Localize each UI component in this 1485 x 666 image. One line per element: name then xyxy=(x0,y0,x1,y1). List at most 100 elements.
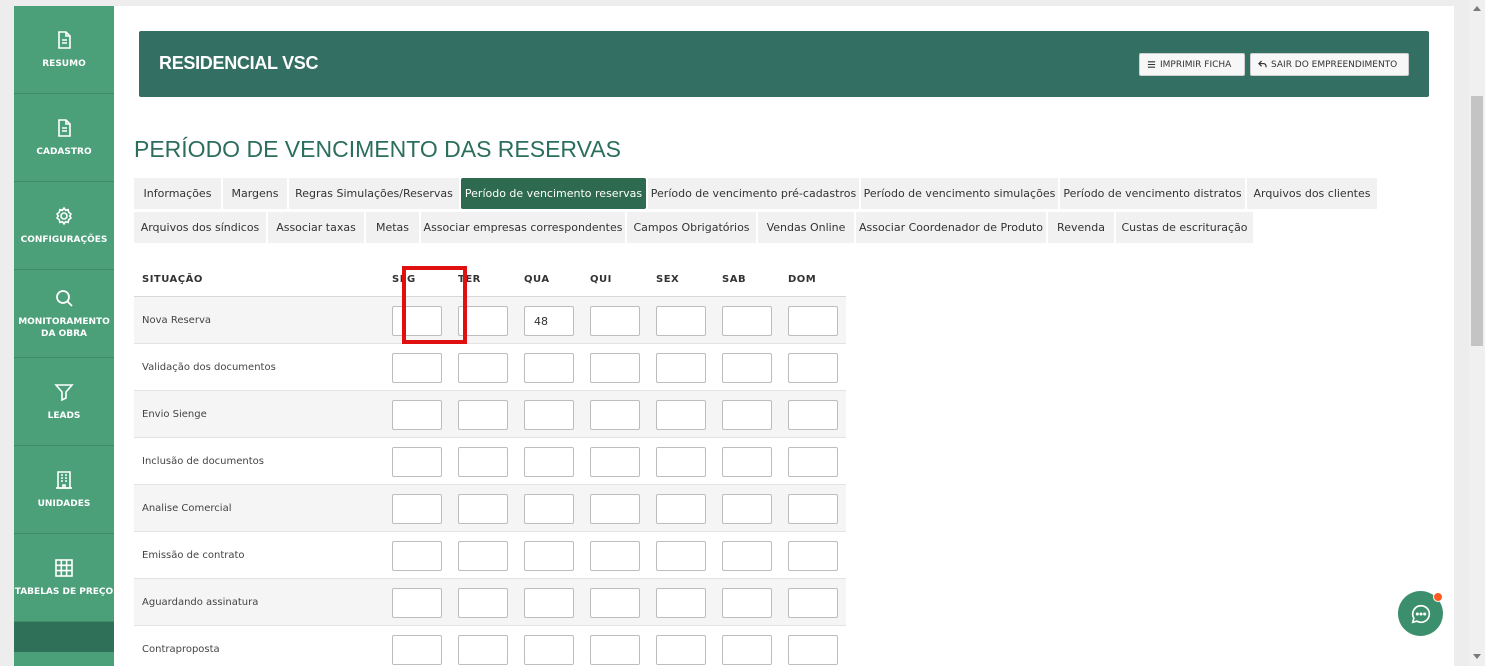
day-input-ter[interactable] xyxy=(458,306,508,336)
day-input-qua[interactable] xyxy=(524,353,574,383)
tab-periodo-vencimento-distratos[interactable]: Período de vencimento distratos xyxy=(1060,178,1245,209)
tab-periodo-vencimento-simulacoes[interactable]: Período de vencimento simulações xyxy=(861,178,1058,209)
sidebar-item-cadastro[interactable]: CADASTRO xyxy=(14,94,114,182)
tab-custas-escrituracao[interactable]: Custas de escrituração xyxy=(1116,212,1253,243)
day-input-ter[interactable] xyxy=(458,400,508,430)
day-input-qua[interactable] xyxy=(524,541,574,571)
day-input-qui[interactable] xyxy=(590,447,640,477)
table-header: SITUAÇÃO SEG TER QUA QUI SEX SAB DOM xyxy=(134,264,846,297)
day-input-sab[interactable] xyxy=(722,353,772,383)
sidebar-item-tabelas-de-preco[interactable]: TABELAS DE PREÇO xyxy=(14,534,114,622)
tab-associar-taxas[interactable]: Associar taxas xyxy=(268,212,364,243)
day-input-qui[interactable] xyxy=(590,494,640,524)
tab-margens[interactable]: Margens xyxy=(223,178,287,209)
day-input-sex[interactable] xyxy=(656,494,706,524)
document-icon xyxy=(58,30,71,49)
day-input-ter[interactable] xyxy=(458,353,508,383)
tab-periodo-vencimento-pre-cadastros[interactable]: Período de vencimento pré-cadastros xyxy=(648,178,859,209)
day-input-sex[interactable] xyxy=(656,353,706,383)
day-input-dom[interactable] xyxy=(788,353,838,383)
day-input-sab[interactable] xyxy=(722,400,772,430)
sidebar-item-label: TABELAS DE PREÇO xyxy=(14,586,114,597)
sidebar-item-monitoramento[interactable]: MONITORAMENTO DA OBRA xyxy=(14,270,114,358)
day-input-qua[interactable] xyxy=(524,447,574,477)
day-input-seg[interactable] xyxy=(392,306,442,336)
day-input-qui[interactable] xyxy=(590,353,640,383)
day-input-qua[interactable] xyxy=(524,588,574,618)
table-row: Validação dos documentos xyxy=(134,344,846,391)
day-input-ter[interactable] xyxy=(458,447,508,477)
day-input-sex[interactable] xyxy=(656,635,706,665)
tab-revenda[interactable]: Revenda xyxy=(1048,212,1114,243)
day-input-seg[interactable] xyxy=(392,494,442,524)
header-bar: RESIDENCIAL VSC IMPRIMIR FICHA SAIR DO E… xyxy=(139,31,1429,97)
scrollbar[interactable] xyxy=(1469,0,1485,666)
tab-regras-simulacoes-reservas[interactable]: Regras Simulações/Reservas xyxy=(289,178,459,209)
tab-row-1: Informações Margens Regras Simulações/Re… xyxy=(134,178,1404,211)
day-input-dom[interactable] xyxy=(788,306,838,336)
day-input-dom[interactable] xyxy=(788,635,838,665)
day-input-sab[interactable] xyxy=(722,306,772,336)
tab-periodo-vencimento-reservas[interactable]: Período de vencimento reservas xyxy=(461,178,646,209)
day-input-seg[interactable] xyxy=(392,588,442,618)
sidebar-item-label: LEADS xyxy=(47,410,81,421)
day-input-qua[interactable] xyxy=(524,400,574,430)
day-input-dom[interactable] xyxy=(788,400,838,430)
day-input-ter[interactable] xyxy=(458,588,508,618)
day-input-sex[interactable] xyxy=(656,306,706,336)
sidebar-item-unidades[interactable]: UNIDADES xyxy=(14,446,114,534)
reservation-period-table: SITUAÇÃO SEG TER QUA QUI SEX SAB DOM Nov… xyxy=(134,264,846,666)
project-title: RESIDENCIAL VSC xyxy=(159,53,319,73)
scroll-thumb[interactable] xyxy=(1471,96,1483,346)
day-input-qui[interactable] xyxy=(590,400,640,430)
tab-campos-obrigatorios[interactable]: Campos Obrigatórios xyxy=(627,212,756,243)
tabs: Informações Margens Regras Simulações/Re… xyxy=(134,178,1404,246)
tab-informacoes[interactable]: Informações xyxy=(134,178,221,209)
day-input-dom[interactable] xyxy=(788,494,838,524)
day-input-seg[interactable] xyxy=(392,400,442,430)
day-input-qua[interactable] xyxy=(524,494,574,524)
day-input-dom[interactable] xyxy=(788,588,838,618)
day-input-seg[interactable] xyxy=(392,635,442,665)
day-input-qua[interactable] xyxy=(524,306,574,336)
day-input-ter[interactable] xyxy=(458,494,508,524)
day-input-qui[interactable] xyxy=(590,306,640,336)
sidebar: RESUMO CADASTRO CONFIGURAÇÕES MONITORAME… xyxy=(14,6,114,666)
tab-metas[interactable]: Metas xyxy=(366,212,419,243)
sidebar-item-leads[interactable]: LEADS xyxy=(14,358,114,446)
day-input-ter[interactable] xyxy=(458,541,508,571)
tab-associar-empresas-correspondentes[interactable]: Associar empresas correspondentes xyxy=(421,212,625,243)
day-input-sab[interactable] xyxy=(722,541,772,571)
day-input-sab[interactable] xyxy=(722,588,772,618)
scroll-down-arrow-icon[interactable] xyxy=(1473,654,1481,659)
day-input-seg[interactable] xyxy=(392,447,442,477)
exit-project-button[interactable]: SAIR DO EMPREENDIMENTO xyxy=(1250,53,1409,76)
day-input-sab[interactable] xyxy=(722,447,772,477)
day-input-sex[interactable] xyxy=(656,447,706,477)
tab-arquivos-clientes[interactable]: Arquivos dos clientes xyxy=(1247,178,1377,209)
tab-associar-coordenador-produto[interactable]: Associar Coordenador de Produto xyxy=(856,212,1046,243)
sidebar-item-resumo[interactable]: RESUMO xyxy=(14,6,114,94)
print-sheet-button[interactable]: IMPRIMIR FICHA xyxy=(1139,53,1245,76)
day-input-dom[interactable] xyxy=(788,541,838,571)
tab-arquivos-sindicos[interactable]: Arquivos dos síndicos xyxy=(134,212,266,243)
day-input-ter[interactable] xyxy=(458,635,508,665)
day-input-qui[interactable] xyxy=(590,635,640,665)
row-label: Nova Reserva xyxy=(142,315,211,326)
day-input-sex[interactable] xyxy=(656,400,706,430)
column-header-situacao: SITUAÇÃO xyxy=(142,274,203,285)
day-input-qui[interactable] xyxy=(590,588,640,618)
day-input-sex[interactable] xyxy=(656,588,706,618)
day-input-seg[interactable] xyxy=(392,353,442,383)
scroll-up-arrow-icon[interactable] xyxy=(1473,6,1481,11)
day-input-qui[interactable] xyxy=(590,541,640,571)
day-input-sab[interactable] xyxy=(722,494,772,524)
day-input-dom[interactable] xyxy=(788,447,838,477)
day-input-seg[interactable] xyxy=(392,541,442,571)
day-input-sab[interactable] xyxy=(722,635,772,665)
day-input-sex[interactable] xyxy=(656,541,706,571)
day-input-qua[interactable] xyxy=(524,635,574,665)
tab-vendas-online[interactable]: Vendas Online xyxy=(758,212,854,243)
sidebar-item-more[interactable] xyxy=(14,622,114,652)
sidebar-item-configuracoes[interactable]: CONFIGURAÇÕES xyxy=(14,182,114,270)
